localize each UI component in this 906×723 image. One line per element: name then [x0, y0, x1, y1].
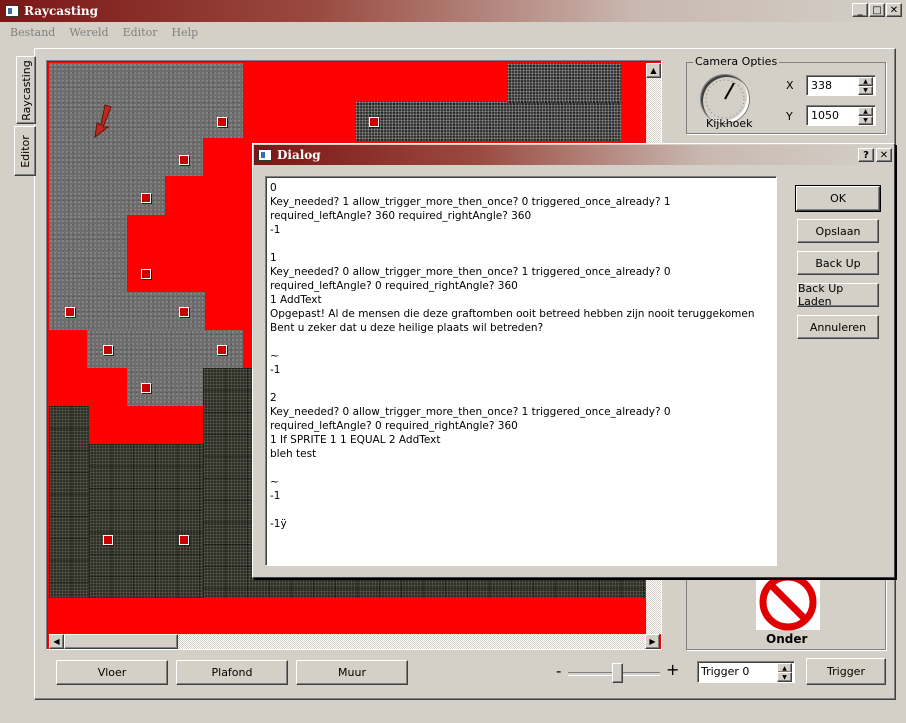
dialog-text-line [270, 377, 776, 391]
main-titlebar: Raycasting [0, 0, 906, 22]
map-marker[interactable] [141, 383, 151, 393]
cancel-button[interactable]: Annuleren [797, 315, 879, 339]
dialog-text-line [270, 335, 776, 349]
y-label: Y [786, 110, 793, 123]
dialog-close-icon[interactable]: ✕ [876, 148, 892, 162]
dialog-text-line: -1ÿ [270, 518, 287, 530]
dialog-text-line [270, 461, 776, 475]
dialog-text-line: required_leftAngle? 360 required_rightAn… [270, 210, 532, 222]
map-marker[interactable] [179, 155, 189, 165]
trigger-spinbox[interactable]: Trigger 0 ▲ ▼ [697, 661, 795, 683]
dialog-text-line: bleh test [270, 448, 317, 460]
y-value: 1050 [811, 109, 839, 122]
spin-up-icon[interactable]: ▲ [858, 107, 873, 116]
onder-preview[interactable] [756, 573, 820, 631]
dialog-titlebar: Dialog [254, 145, 893, 165]
x-value: 338 [811, 79, 832, 92]
dialog-text-line: ~ [270, 350, 279, 362]
ok-button[interactable]: OK [795, 185, 881, 212]
zoom-plus: + [666, 660, 680, 679]
tab-editor[interactable]: Editor [14, 126, 36, 176]
app-icon [5, 5, 19, 17]
no-entry-icon [759, 573, 817, 631]
dialog-text-line: -1 [270, 224, 281, 236]
spin-down-icon[interactable]: ▼ [858, 86, 873, 95]
dialog-text-line: Opgepast! Al de mensen die deze graftomb… [270, 308, 755, 320]
vloer-button[interactable]: Vloer [56, 660, 168, 685]
camera-options-title: Camera Opties [693, 55, 780, 68]
menu-help[interactable]: Help [171, 26, 198, 39]
scroll-up-icon[interactable]: ▲ [646, 63, 661, 78]
dialog-text-line: required_leftAngle? 0 required_rightAngl… [270, 280, 518, 292]
plafond-button[interactable]: Plafond [176, 660, 288, 685]
spin-up-icon[interactable]: ▲ [858, 77, 873, 86]
zoom-minus: - [556, 662, 562, 680]
arrow-marker-icon [94, 104, 112, 139]
spin-down-icon[interactable]: ▼ [858, 116, 873, 125]
x-spinbox[interactable]: 338 ▲ ▼ [806, 75, 876, 96]
scroll-right-icon[interactable]: ▶ [645, 634, 660, 649]
dialog-title: Dialog [277, 148, 321, 162]
save-button[interactable]: Opslaan [797, 219, 879, 243]
dialog-text-line: 1 If SPRITE 1 1 EQUAL 2 AddText [270, 434, 441, 446]
dialog-text-line: Key_needed? 0 allow_trigger_more_then_on… [270, 406, 671, 418]
map-marker[interactable] [369, 117, 379, 127]
muur-button[interactable]: Muur [296, 660, 408, 685]
dialog-text-line: -1 [270, 490, 281, 502]
dialog-text-line: -1 [270, 364, 281, 376]
dialog-text-line: 1 AddText [270, 294, 322, 306]
dialog-text-content: 0 Key_needed? 1 allow_trigger_more_then_o… [270, 181, 776, 531]
dialog-text-line: Key_needed? 0 allow_trigger_more_then_on… [270, 266, 671, 278]
onder-label: Onder [766, 632, 808, 646]
tab-raycasting[interactable]: Raycasting [16, 56, 36, 124]
spin-down-icon[interactable]: ▼ [777, 672, 792, 682]
map-marker[interactable] [179, 535, 189, 545]
dialog-app-icon [258, 149, 272, 161]
menu-editor[interactable]: Editor [123, 26, 158, 39]
map-marker[interactable] [141, 269, 151, 279]
menu-bestand[interactable]: Bestand [10, 26, 55, 39]
close-icon[interactable]: ✕ [886, 3, 902, 17]
dialog-text-area[interactable]: 0 Key_needed? 1 allow_trigger_more_then_o… [265, 176, 777, 566]
y-spinbox[interactable]: 1050 ▲ ▼ [806, 105, 876, 126]
dial-label: Kijkhoek [706, 117, 753, 130]
map-marker[interactable] [179, 307, 189, 317]
map-marker[interactable] [103, 535, 113, 545]
dialog-text-line: 0 [270, 182, 277, 194]
map-marker[interactable] [217, 117, 227, 127]
maximize-icon[interactable]: □ [869, 3, 885, 17]
map-marker[interactable] [65, 307, 75, 317]
dialog-text-line: 2 [270, 392, 277, 404]
dialog-text-line: Bent u zeker dat u deze heilige plaats w… [270, 322, 544, 334]
trigger-button[interactable]: Trigger [806, 658, 886, 685]
backup-button[interactable]: Back Up [797, 251, 879, 275]
map-marker[interactable] [103, 345, 113, 355]
window-title: Raycasting [24, 4, 99, 18]
scroll-thumb[interactable] [64, 634, 178, 649]
zoom-slider-thumb[interactable] [612, 663, 623, 683]
trigger-spin-value: Trigger 0 [701, 665, 750, 678]
load-backup-button[interactable]: Back Up Laden [797, 282, 879, 308]
help-icon[interactable]: ? [858, 148, 874, 162]
dialog-text-line: Key_needed? 1 allow_trigger_more_then_on… [270, 196, 671, 208]
map-marker[interactable] [141, 193, 151, 203]
dialog-text-line [270, 237, 776, 251]
menu-wereld[interactable]: Wereld [69, 26, 108, 39]
dialog-text-line: ~ [270, 476, 279, 488]
dialog-text-line: required_leftAngle? 0 required_rightAngl… [270, 420, 518, 432]
menu-bar: Bestand Wereld Editor Help [10, 24, 212, 40]
dialog-text-line [270, 503, 776, 517]
scroll-left-icon[interactable]: ◀ [49, 634, 64, 649]
dialog-text-line: 1 [270, 252, 277, 264]
x-label: X [786, 79, 794, 92]
minimize-icon[interactable]: _ [852, 3, 868, 17]
map-marker[interactable] [217, 345, 227, 355]
